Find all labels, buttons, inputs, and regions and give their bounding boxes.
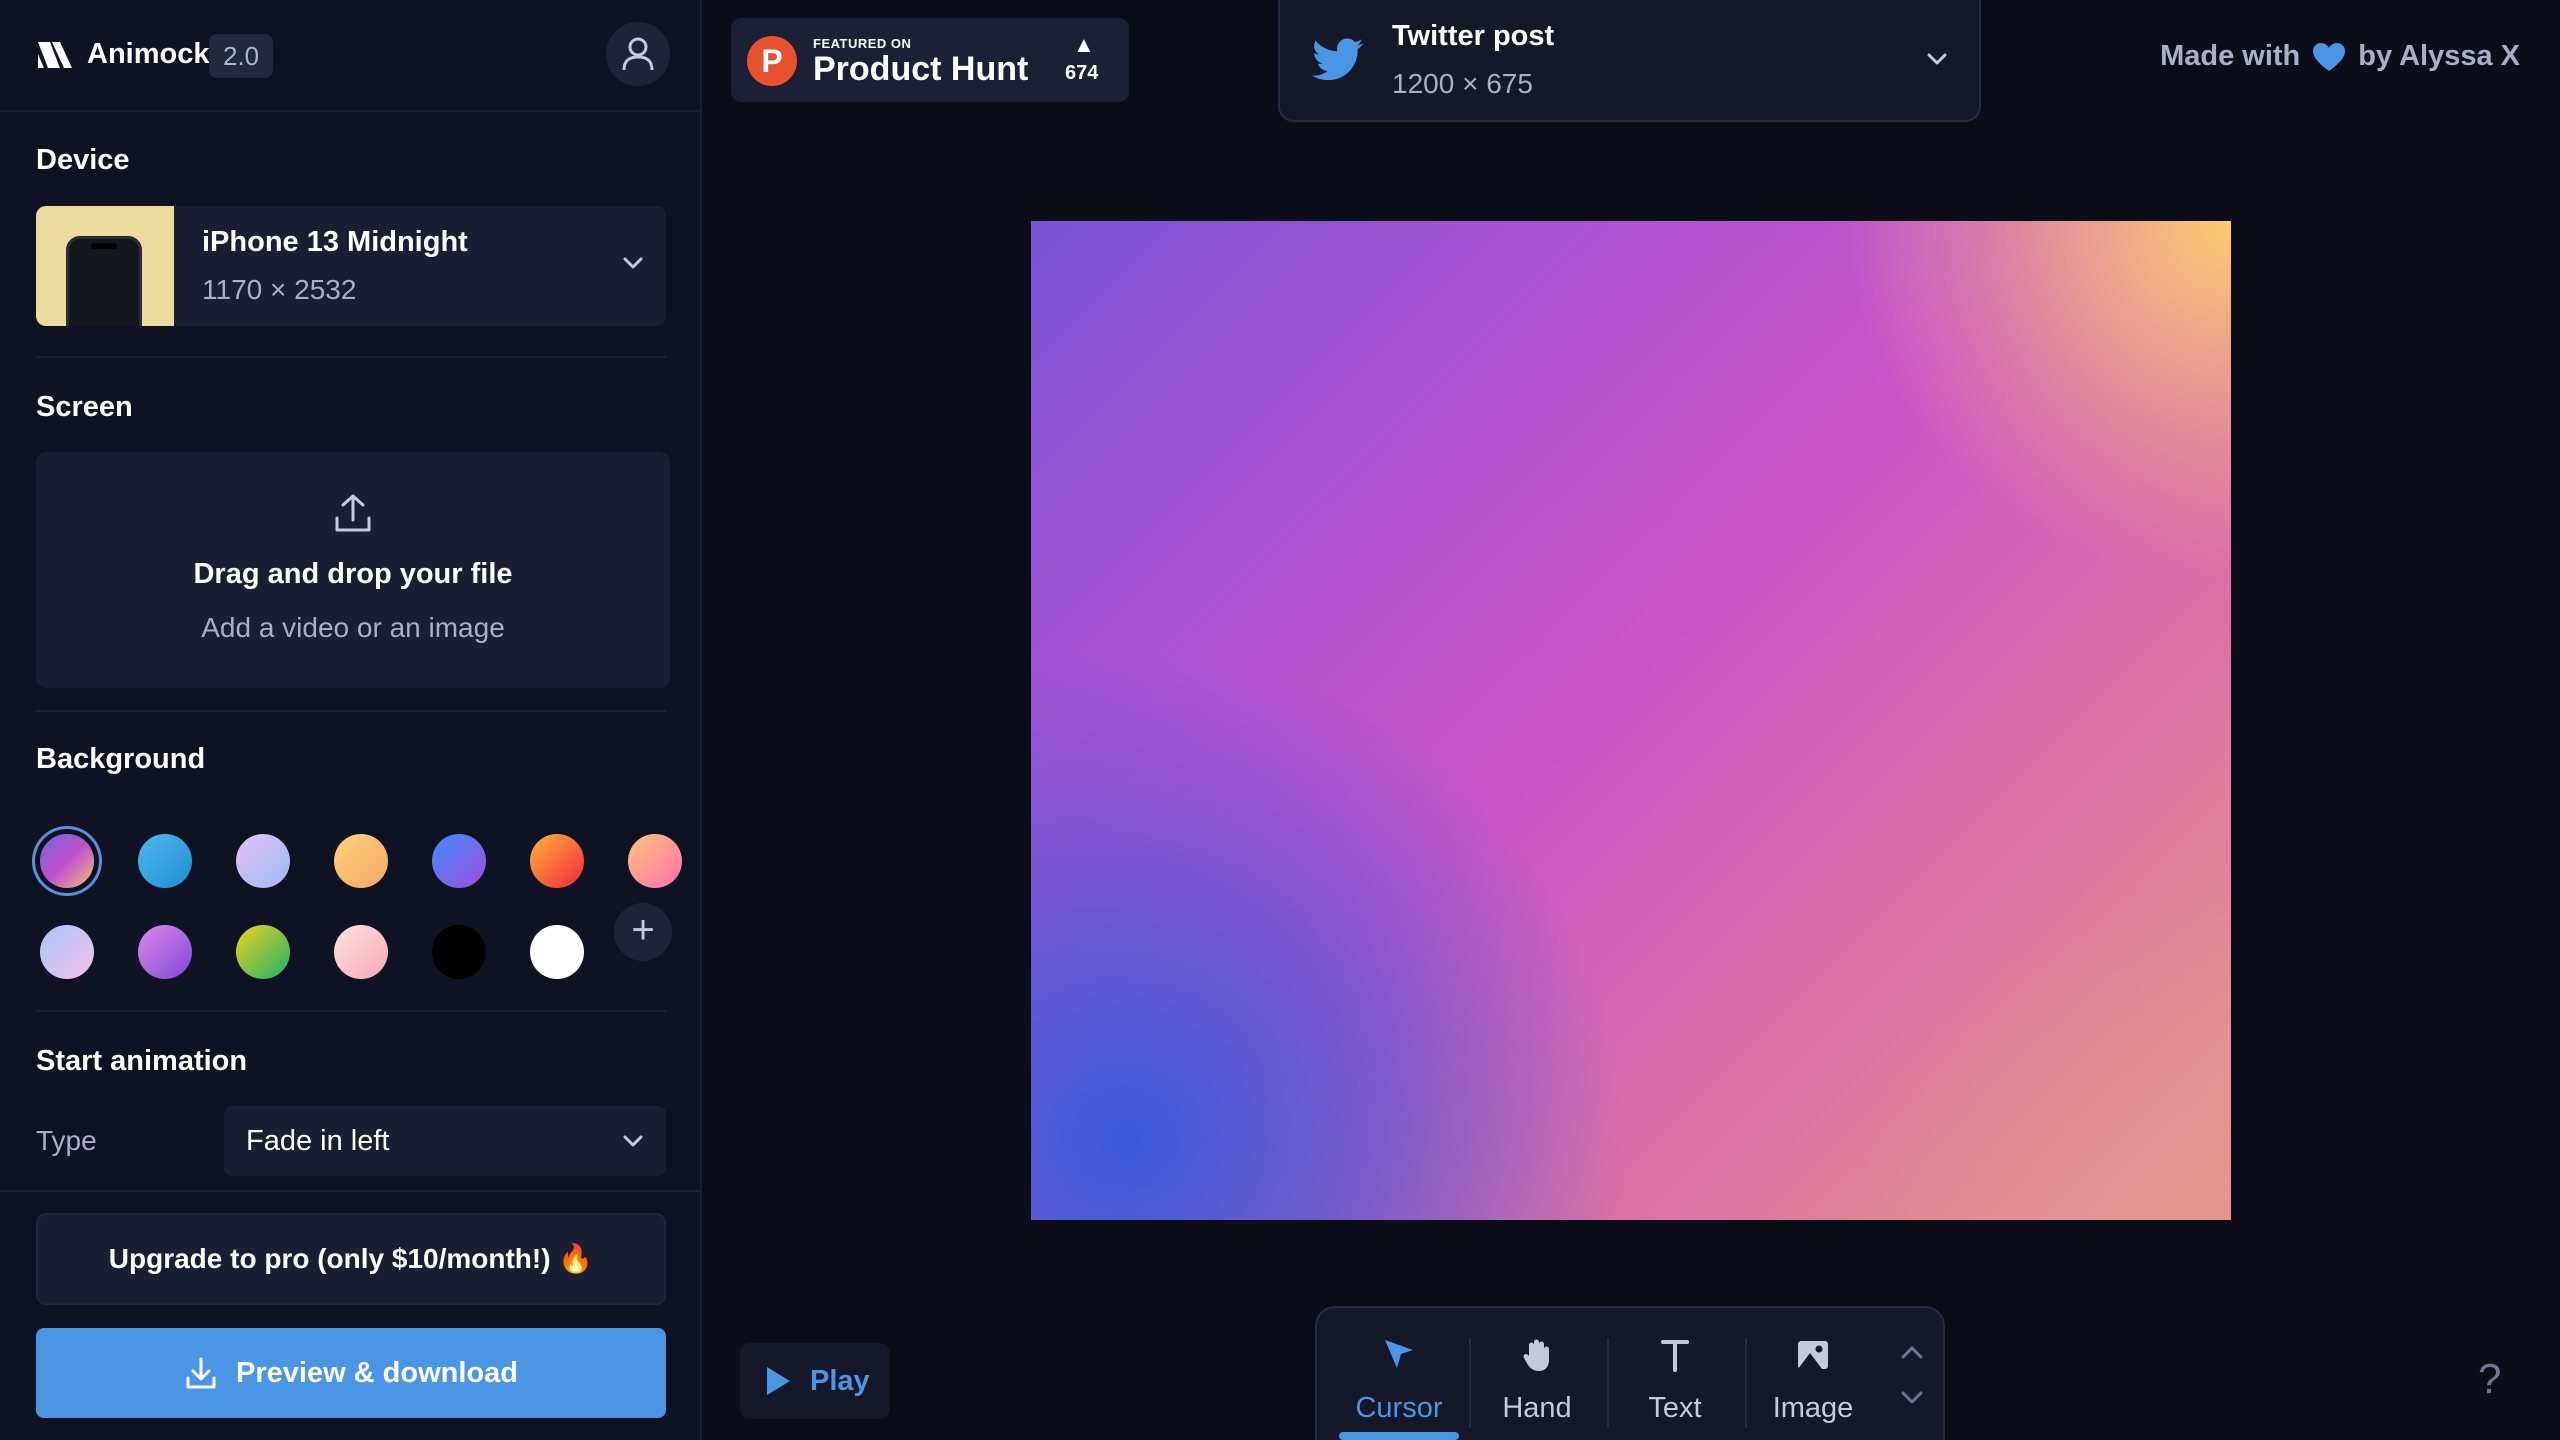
author-label: by Alyssa X: [2358, 40, 2520, 72]
device-size: 1170 × 2532: [202, 274, 357, 305]
device-section-title: Device: [36, 144, 130, 176]
format-name: Twitter post: [1392, 20, 1555, 52]
phone-preview-icon: [66, 236, 142, 326]
text-icon: [1661, 1340, 1689, 1372]
download-label: Preview & download: [236, 1356, 518, 1389]
credit[interactable]: Made with by Alyssa X: [2160, 40, 2520, 73]
canvas-gradient-layer: [1031, 221, 2231, 1220]
cursor-icon: [1385, 1340, 1413, 1368]
divider: [36, 710, 666, 712]
chevron-down-icon[interactable]: [1895, 1382, 1929, 1412]
divider: [36, 356, 666, 358]
download-icon: [186, 1357, 216, 1389]
made-with-label: Made with: [2160, 40, 2301, 72]
play-button[interactable]: Play: [740, 1343, 890, 1419]
tool-separator: [1745, 1338, 1747, 1428]
play-icon: [767, 1367, 790, 1395]
background-swatch[interactable]: [530, 925, 584, 979]
screen-section-title: Screen: [36, 391, 133, 423]
device-select[interactable]: iPhone 13 Midnight 1170 × 2532: [36, 206, 666, 326]
upvote-arrow-icon: ▲: [1073, 32, 1095, 57]
user-button[interactable]: [606, 22, 670, 86]
background-swatch[interactable]: [40, 925, 94, 979]
tool-label: Text: [1648, 1392, 1702, 1424]
tool-label: Image: [1772, 1392, 1854, 1424]
background-swatch[interactable]: [432, 925, 486, 979]
format-select[interactable]: Twitter post 1200 × 675: [1278, 0, 1981, 122]
cursor-tool[interactable]: Cursor: [1337, 1328, 1461, 1438]
divider: [36, 1010, 666, 1012]
background-swatch[interactable]: [236, 834, 290, 888]
file-dropzone[interactable]: Drag and drop your file Add a video or a…: [36, 452, 670, 688]
hand-icon: [1523, 1339, 1549, 1371]
help-button[interactable]: ?: [2478, 1355, 2501, 1403]
chevron-down-icon: [623, 1135, 643, 1147]
chevron-up-icon[interactable]: [1895, 1338, 1929, 1368]
active-tool-indicator: [1339, 1432, 1459, 1440]
background-swatch[interactable]: [334, 925, 388, 979]
user-icon: [622, 37, 654, 71]
add-background-button[interactable]: +: [614, 903, 672, 961]
heart-icon: [2313, 42, 2346, 71]
product-hunt-badge[interactable]: P FEATURED ON Product Hunt ▲ 674: [731, 18, 1129, 102]
chevron-down-icon: [623, 257, 643, 269]
chevron-down-icon: [1927, 53, 1947, 65]
animation-type-value: Fade in left: [246, 1125, 390, 1157]
animockup-logo-icon: [38, 42, 72, 68]
animation-type-select[interactable]: Fade in left: [224, 1106, 666, 1176]
background-swatch[interactable]: [138, 834, 192, 888]
dropzone-subtitle: Add a video or an image: [201, 612, 505, 643]
product-hunt-name: Product Hunt: [813, 50, 1029, 88]
format-size: 1200 × 675: [1392, 68, 1533, 99]
background-swatch[interactable]: [334, 834, 388, 888]
twitter-icon: [1312, 38, 1364, 81]
background-section-title: Background: [36, 743, 206, 775]
device-name: iPhone 13 Midnight: [202, 226, 468, 258]
product-hunt-logo-icon: P: [747, 36, 797, 86]
text-tool[interactable]: Text: [1613, 1328, 1737, 1438]
hand-tool[interactable]: Hand: [1475, 1328, 1599, 1438]
tool-separator: [1607, 1338, 1609, 1428]
background-swatch[interactable]: [40, 834, 94, 888]
background-swatch[interactable]: [138, 925, 192, 979]
version-badge: 2.0: [209, 34, 274, 78]
upgrade-button[interactable]: Upgrade to pro (only $10/month!) 🔥: [36, 1213, 666, 1305]
tool-separator: [1469, 1338, 1471, 1428]
background-swatch[interactable]: [432, 834, 486, 888]
image-icon: [1798, 1341, 1828, 1369]
preview-download-button[interactable]: Preview & download: [36, 1328, 666, 1418]
sidebar: Animockup 2.0 Device iPhone 13 Midnight …: [0, 0, 702, 1440]
tool-toolbar: Cursor Hand Text Image: [1315, 1306, 1945, 1440]
tool-label: Hand: [1502, 1392, 1572, 1424]
play-label: Play: [810, 1364, 870, 1397]
divider: [0, 1190, 700, 1192]
background-swatch[interactable]: [530, 834, 584, 888]
dropzone-title: Drag and drop your file: [193, 558, 513, 590]
mockup-canvas[interactable]: [1031, 221, 2231, 1220]
upload-icon: [335, 494, 371, 532]
upvote-count: 674: [1065, 62, 1099, 84]
logo-bar: Animockup 2.0: [0, 0, 700, 112]
animation-section-title: Start animation: [36, 1045, 248, 1077]
tool-label: Cursor: [1355, 1392, 1443, 1424]
animation-type-label: Type: [36, 1125, 97, 1156]
background-swatch[interactable]: [236, 925, 290, 979]
image-tool[interactable]: Image: [1751, 1328, 1875, 1438]
product-hunt-featured-label: FEATURED ON: [813, 36, 912, 51]
background-swatch[interactable]: [628, 834, 682, 888]
device-thumbnail: [36, 206, 174, 326]
